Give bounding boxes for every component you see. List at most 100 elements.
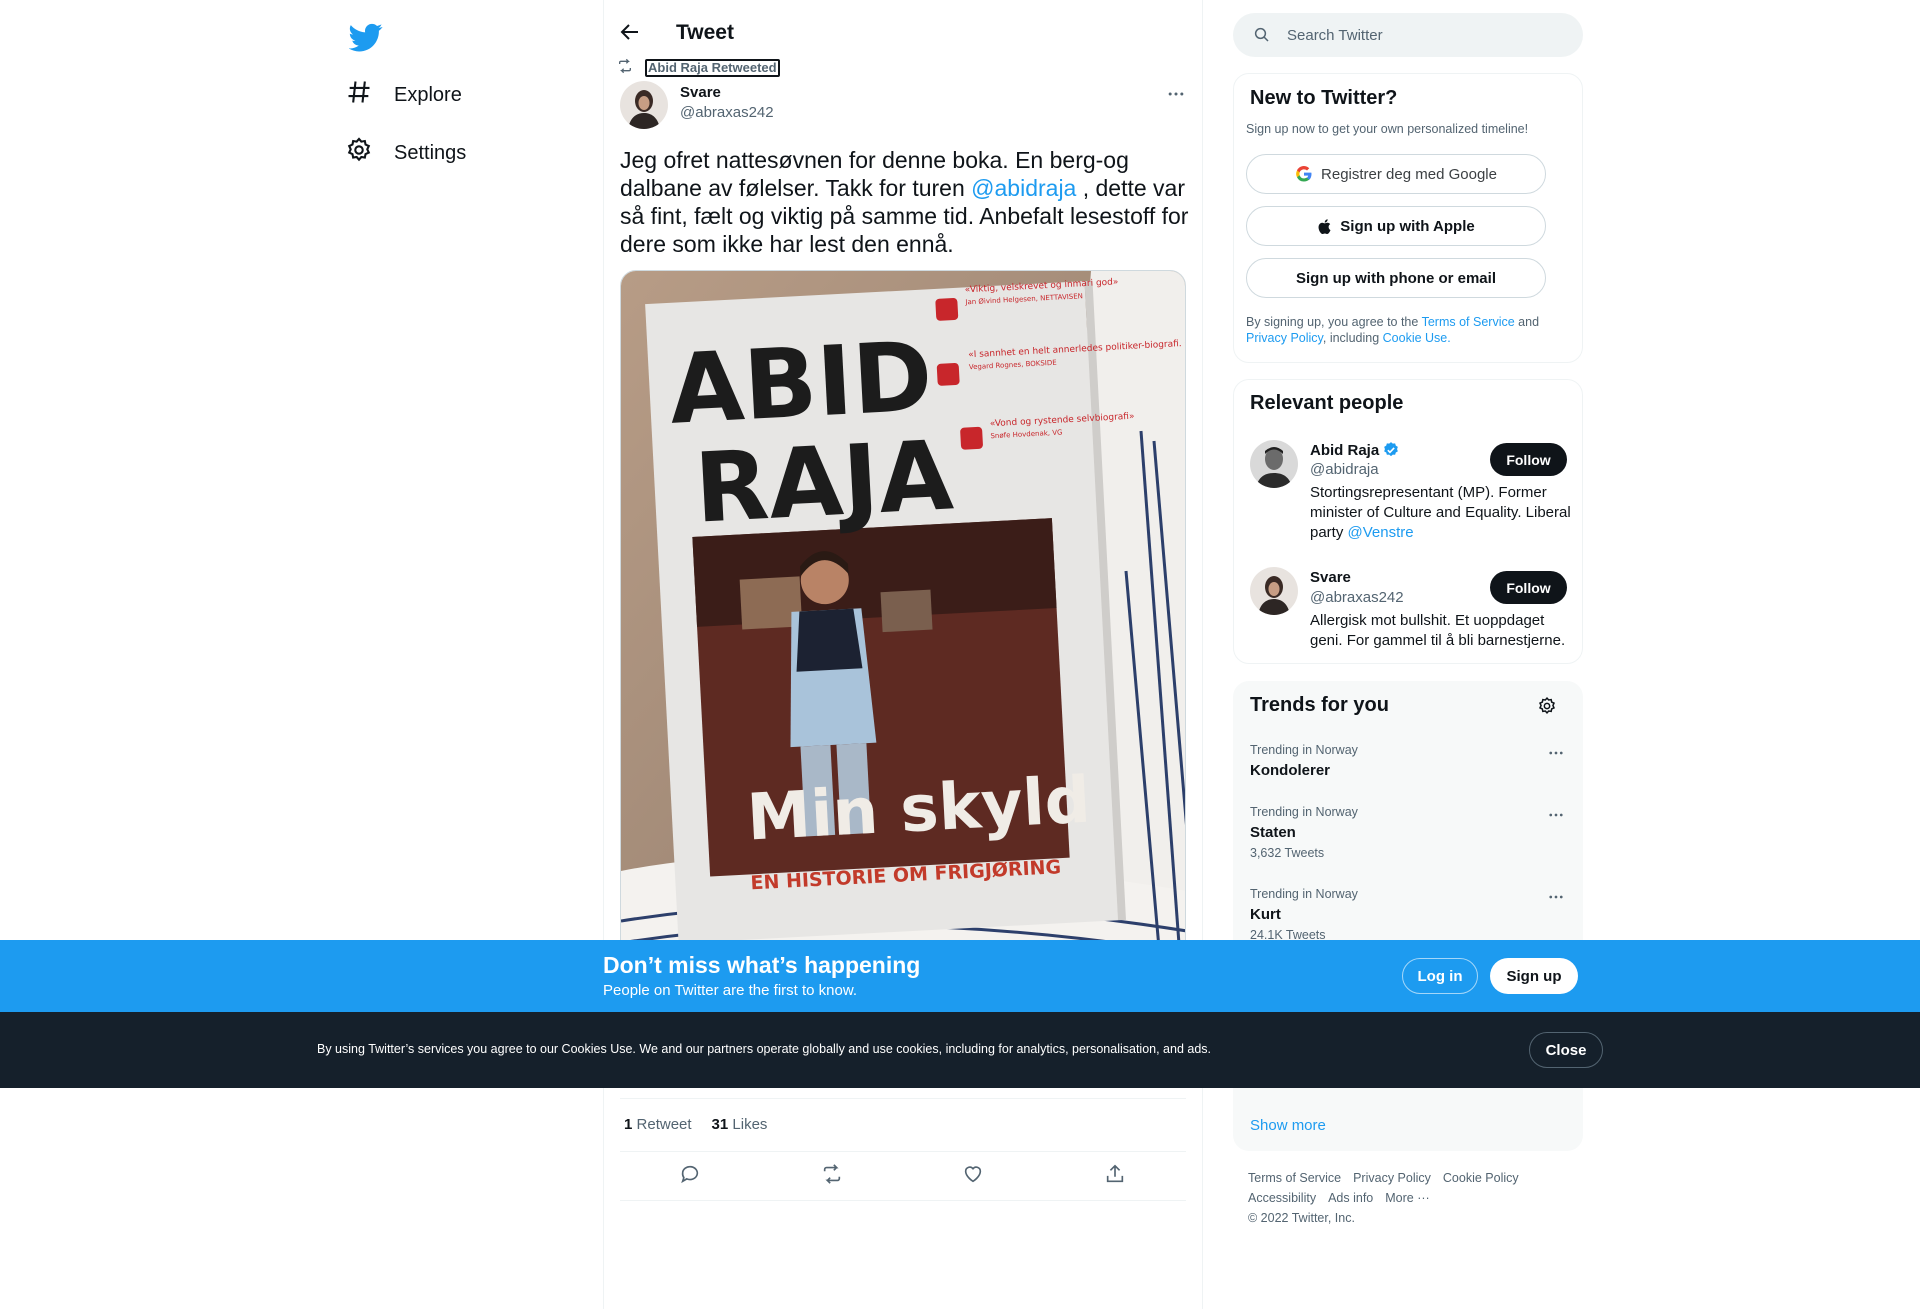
retweets-stat[interactable]: 1 Retweet bbox=[624, 1116, 692, 1133]
apple-icon bbox=[1317, 218, 1334, 235]
new-to-twitter-title: New to Twitter? bbox=[1250, 87, 1398, 109]
likes-label: Likes bbox=[732, 1116, 768, 1133]
banner-subtitle: People on Twitter are the first to know. bbox=[603, 982, 858, 999]
person-handle[interactable]: @abidraja bbox=[1310, 461, 1379, 478]
author-handle[interactable]: @abraxas242 bbox=[680, 104, 774, 121]
tweet-stats: 1 Retweet 31 Likes bbox=[624, 1116, 767, 1133]
footer-copyright: © 2022 Twitter, Inc. bbox=[1248, 1211, 1355, 1225]
person-name-svare[interactable]: Svare bbox=[1310, 569, 1351, 586]
phone-email-signup-label: Sign up with phone or email bbox=[1295, 269, 1496, 287]
share-button[interactable] bbox=[1098, 1159, 1132, 1193]
verified-badge-icon bbox=[1382, 441, 1400, 459]
footer-ads-info-link[interactable]: Ads info bbox=[1328, 1191, 1373, 1205]
column-divider-right bbox=[1202, 0, 1203, 1309]
terms-prefix: By signing up, you agree to the bbox=[1246, 315, 1422, 329]
likes-count: 31 bbox=[711, 1116, 729, 1133]
search-icon bbox=[1253, 26, 1271, 44]
heart-icon bbox=[962, 1163, 984, 1190]
trend-more-icon[interactable] bbox=[1544, 741, 1568, 765]
footer-terms-link[interactable]: Terms of Service bbox=[1248, 1171, 1341, 1185]
search-input[interactable] bbox=[1285, 25, 1545, 45]
footer-row-2: Accessibility Ads info More ··· bbox=[1248, 1191, 1430, 1205]
trend-count-staten: 3,632 Tweets bbox=[1250, 846, 1325, 860]
terms-of-service-link[interactable]: Terms of Service bbox=[1422, 315, 1515, 329]
stats-divider-top bbox=[620, 1098, 1186, 1099]
nav-settings-label: Settings bbox=[394, 141, 467, 164]
trend-name-kurt: Kurt bbox=[1250, 906, 1281, 923]
tweet-mention-link[interactable]: @abidraja bbox=[971, 175, 1076, 201]
trend-more-icon-staten[interactable] bbox=[1544, 803, 1568, 827]
footer-accessibility-link[interactable]: Accessibility bbox=[1248, 1191, 1316, 1205]
follow-button-abidraja[interactable]: Follow bbox=[1490, 443, 1567, 476]
author-name[interactable]: Svare bbox=[680, 84, 721, 101]
follow-button-svare[interactable]: Follow bbox=[1490, 571, 1567, 604]
trend-name-staten: Staten bbox=[1250, 824, 1296, 841]
retweets-count: 1 bbox=[624, 1116, 633, 1133]
cookie-close-button[interactable]: Close bbox=[1529, 1032, 1603, 1068]
actions-divider bbox=[620, 1200, 1186, 1201]
retweet-small-icon bbox=[617, 58, 633, 77]
book-title-line2: RAJA bbox=[692, 419, 956, 544]
more-options-icon[interactable] bbox=[1164, 82, 1188, 106]
reply-button[interactable] bbox=[673, 1159, 707, 1193]
terms-and: and bbox=[1514, 315, 1540, 329]
google-signup-button[interactable]: Registrer deg med Google bbox=[1246, 154, 1546, 194]
nav-explore[interactable]: Explore bbox=[345, 67, 462, 123]
tweet-media-photo[interactable]: ABID RAJA Min skyld EN HISTORIE OM FRIGJ… bbox=[620, 270, 1186, 970]
stats-divider-bottom bbox=[620, 1151, 1186, 1152]
trend-more-icon-kurt[interactable] bbox=[1544, 885, 1568, 909]
author-avatar[interactable] bbox=[620, 81, 668, 129]
nav-settings[interactable]: Settings bbox=[345, 125, 466, 181]
footer-cookie-link[interactable]: Cookie Policy bbox=[1443, 1171, 1519, 1185]
reply-icon bbox=[679, 1163, 701, 1190]
relevant-people-title: Relevant people bbox=[1250, 392, 1404, 414]
banner-title: Don’t miss what’s happening bbox=[603, 952, 921, 978]
person-avatar-abidraja[interactable] bbox=[1250, 440, 1298, 488]
apple-signup-button[interactable]: Sign up with Apple bbox=[1246, 206, 1546, 246]
new-to-twitter-subtitle: Sign up now to get your own personalized… bbox=[1246, 122, 1529, 136]
person-bio-svare: Allergisk mot bullshit. Et uoppdaget gen… bbox=[1310, 612, 1566, 649]
login-button[interactable]: Log in bbox=[1402, 958, 1478, 994]
retweets-label: Retweet bbox=[636, 1116, 692, 1133]
signup-terms: By signing up, you agree to the Terms of… bbox=[1246, 314, 1576, 346]
apple-signup-label: Sign up with Apple bbox=[1340, 217, 1475, 235]
retweet-button[interactable] bbox=[815, 1159, 849, 1193]
terms-including: , including bbox=[1322, 331, 1383, 345]
footer-row-1: Terms of Service Privacy Policy Cookie P… bbox=[1248, 1171, 1519, 1185]
trend-context-staten: Trending in Norway bbox=[1250, 805, 1358, 819]
footer-privacy-link[interactable]: Privacy Policy bbox=[1353, 1171, 1431, 1185]
person-handle-svare[interactable]: @abraxas242 bbox=[1310, 589, 1404, 606]
likes-stat[interactable]: 31 Likes bbox=[712, 1116, 768, 1133]
person-name[interactable]: Abid Raja bbox=[1310, 442, 1379, 459]
signup-button[interactable]: Sign up bbox=[1490, 958, 1578, 994]
person-avatar-svare[interactable] bbox=[1250, 567, 1298, 615]
bio-mention-link[interactable]: @Venstre bbox=[1348, 524, 1414, 541]
retweeted-by-label[interactable]: Abid Raja Retweeted bbox=[645, 58, 780, 77]
retweet-icon bbox=[821, 1163, 843, 1190]
back-arrow-icon[interactable] bbox=[618, 20, 642, 44]
google-icon bbox=[1295, 165, 1313, 183]
trends-title: Trends for you bbox=[1250, 694, 1389, 716]
login-prompt-banner bbox=[0, 940, 1920, 1012]
trend-context-kurt: Trending in Norway bbox=[1250, 887, 1358, 901]
share-icon bbox=[1104, 1163, 1126, 1190]
show-more-link[interactable]: Show more bbox=[1250, 1117, 1326, 1134]
trends-settings-gear-icon[interactable] bbox=[1537, 696, 1559, 718]
person-bio: Stortingsrepresentant (MP). Former minis… bbox=[1310, 483, 1572, 543]
page-title: Tweet bbox=[676, 21, 734, 44]
twitter-logo-icon[interactable] bbox=[348, 20, 383, 54]
retweet-context[interactable]: Abid Raja Retweeted bbox=[617, 58, 780, 77]
google-signup-label: Registrer deg med Google bbox=[1321, 165, 1497, 183]
gear-icon bbox=[345, 136, 373, 170]
book-photo: ABID RAJA Min skyld EN HISTORIE OM FRIGJ… bbox=[621, 271, 1185, 969]
search-bar[interactable] bbox=[1233, 13, 1583, 57]
cookie-use-link[interactable]: Cookie Use. bbox=[1383, 331, 1451, 345]
like-button[interactable] bbox=[956, 1159, 990, 1193]
hashtag-icon bbox=[345, 78, 373, 112]
trend-name: Kondolerer bbox=[1250, 762, 1331, 779]
phone-email-signup-button[interactable]: Sign up with phone or email bbox=[1246, 258, 1546, 298]
footer-more-link[interactable]: More ··· bbox=[1385, 1191, 1429, 1205]
nav-explore-label: Explore bbox=[394, 83, 462, 106]
person-item-abidraja[interactable]: Abid Raja bbox=[1310, 441, 1400, 459]
privacy-policy-link[interactable]: Privacy Policy bbox=[1246, 331, 1323, 345]
